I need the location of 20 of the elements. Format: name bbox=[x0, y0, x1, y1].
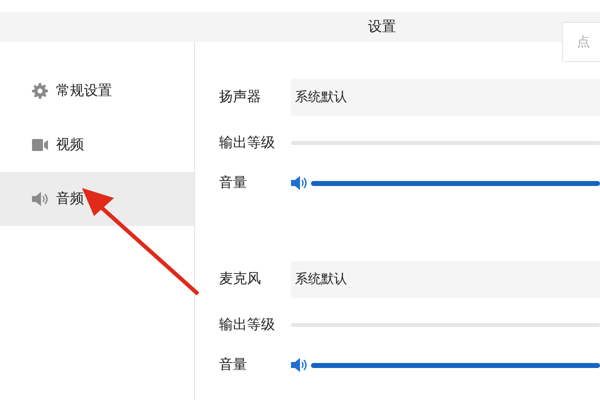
field-label: 音量 bbox=[219, 356, 248, 374]
camera-icon bbox=[32, 139, 48, 151]
speaker-icon bbox=[32, 192, 48, 206]
sidebar-item[interactable]: 视频 bbox=[0, 118, 194, 172]
field-label: 输出等级 bbox=[219, 134, 276, 152]
sidebar-item[interactable]: 常规设置 bbox=[0, 64, 194, 118]
volume-slider[interactable] bbox=[311, 362, 600, 368]
sidebar-item[interactable]: 音频 bbox=[0, 172, 194, 226]
window-title: 设置 bbox=[368, 18, 396, 36]
field-label: 输出等级 bbox=[219, 316, 276, 334]
volume-icon bbox=[291, 176, 307, 190]
gear-icon bbox=[32, 83, 48, 99]
field-label: 扬声器 bbox=[219, 88, 262, 106]
device-select[interactable]: 系统默认 bbox=[291, 78, 600, 116]
field-label: 麦克风 bbox=[219, 270, 262, 288]
search-field[interactable]: 点 bbox=[562, 22, 600, 62]
volume-icon bbox=[291, 358, 307, 372]
device-select[interactable]: 系统默认 bbox=[291, 260, 600, 298]
volume-slider[interactable] bbox=[311, 180, 600, 186]
field-label: 音量 bbox=[219, 174, 248, 192]
